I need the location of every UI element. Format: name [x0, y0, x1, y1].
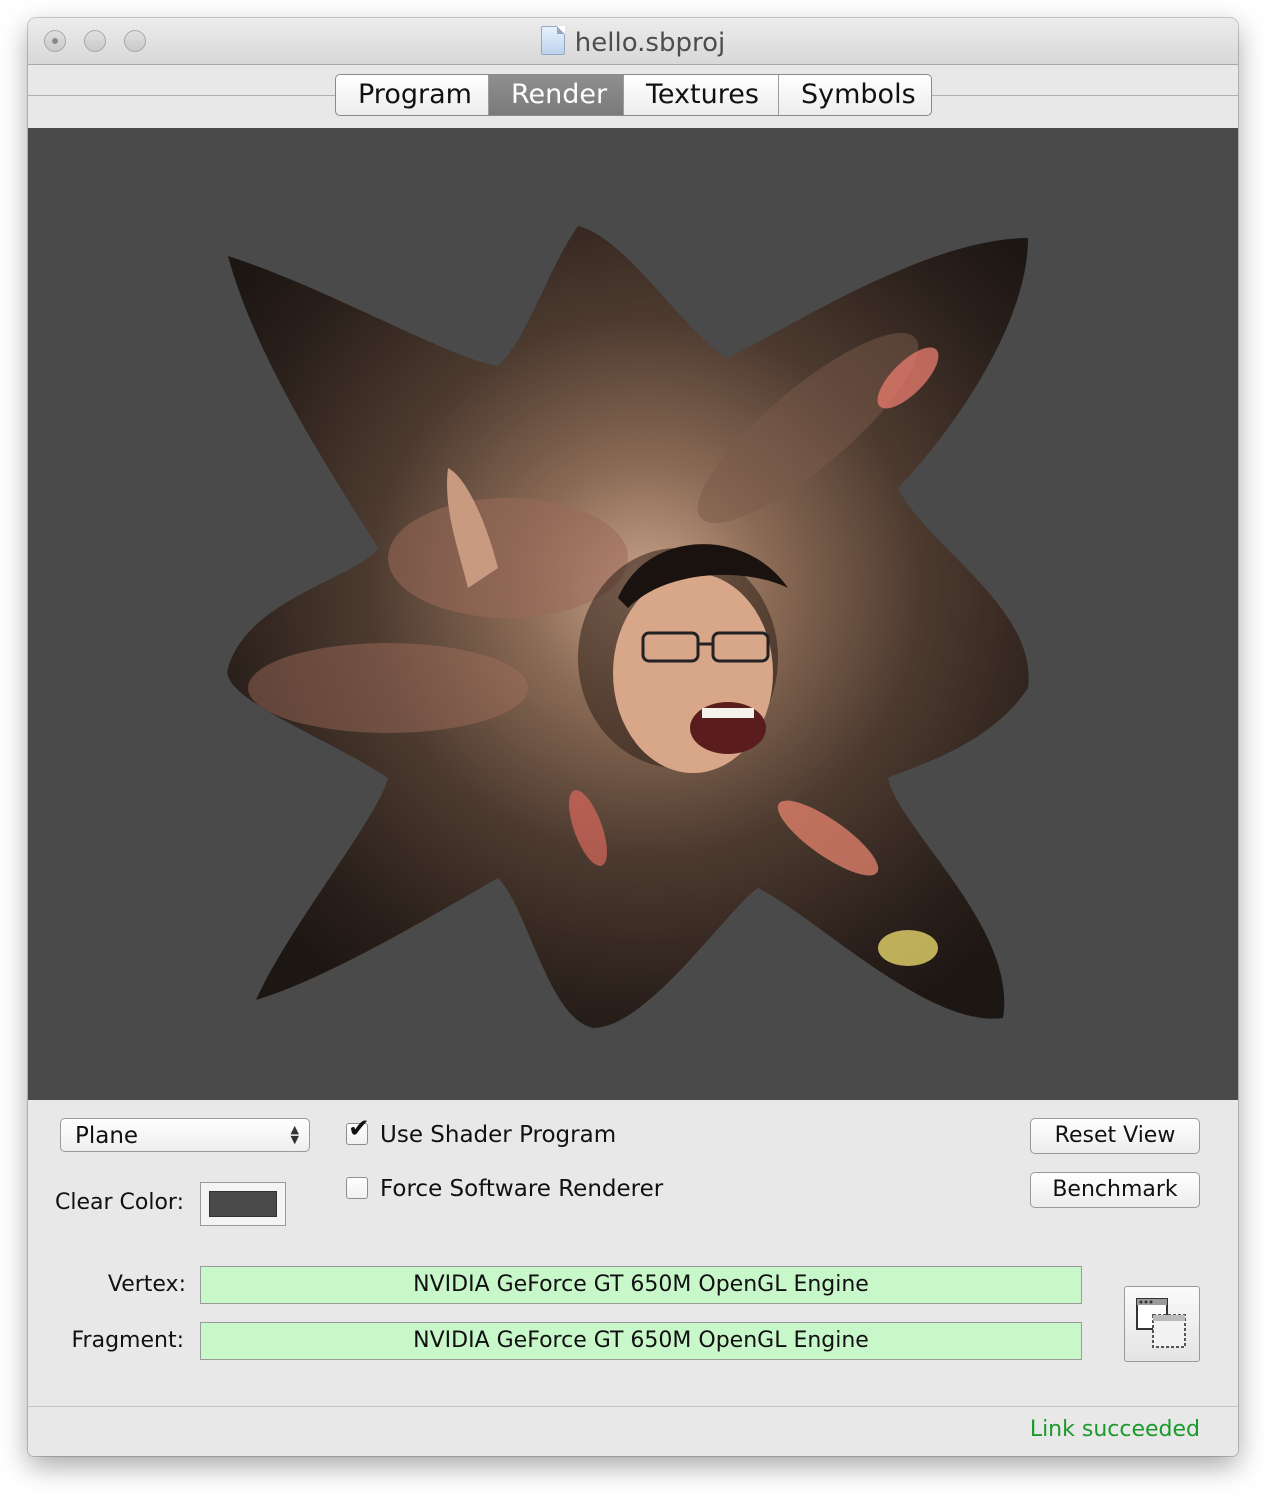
- vertex-label: Vertex:: [107, 1272, 186, 1297]
- window-title: hello.sbproj: [574, 28, 726, 58]
- app-window: hello.sbproj Program Render Textures Sym…: [28, 18, 1238, 1456]
- geometry-popup[interactable]: Plane ▲ ▼: [60, 1118, 310, 1152]
- tab-render[interactable]: Render: [489, 75, 624, 115]
- window-title-container: hello.sbproj: [28, 26, 1238, 58]
- use-shader-program-label: Use Shader Program: [380, 1122, 617, 1148]
- clear-color-label: Clear Color:: [55, 1190, 184, 1215]
- fragment-label: Fragment:: [71, 1328, 185, 1353]
- tab-symbols[interactable]: Symbols: [779, 75, 931, 115]
- detach-window-button[interactable]: [1124, 1286, 1200, 1362]
- rendered-star-mesh: [227, 226, 1029, 1028]
- benchmark-button[interactable]: Benchmark: [1030, 1172, 1200, 1208]
- tab-program[interactable]: Program: [336, 75, 489, 115]
- link-status: Link succeeded: [1029, 1417, 1200, 1442]
- controls-panel: Plane ▲ ▼ ✔ Use Shader Program Force Softw…: [28, 1100, 1238, 1406]
- status-bar: Link succeeded: [28, 1406, 1238, 1456]
- render-view[interactable]: [28, 128, 1238, 1100]
- title-bar: hello.sbproj: [28, 18, 1238, 64]
- tab-textures[interactable]: Textures: [624, 75, 779, 115]
- document-icon: [540, 26, 565, 55]
- checkmark-icon: ✔: [348, 1114, 370, 1144]
- use-shader-program-row[interactable]: ✔ Use Shader Program: [346, 1116, 617, 1148]
- fragment-renderer-field: NVIDIA GeForce GT 650M OpenGL Engine: [200, 1322, 1082, 1360]
- reset-view-button[interactable]: Reset View: [1030, 1118, 1200, 1154]
- clear-color-well[interactable]: [200, 1182, 286, 1226]
- detach-window-icon: [1136, 1298, 1186, 1348]
- vertex-renderer-field: NVIDIA GeForce GT 650M OpenGL Engine: [200, 1266, 1082, 1304]
- use-shader-program-checkbox[interactable]: ✔: [346, 1116, 370, 1145]
- geometry-popup-value: Plane: [75, 1123, 139, 1149]
- force-software-renderer-label: Force Software Renderer: [380, 1176, 664, 1202]
- tab-bar: Program Render Textures Symbols: [335, 74, 932, 116]
- clear-color-swatch: [209, 1191, 277, 1217]
- texture-image: [227, 226, 1029, 1028]
- force-software-renderer-row[interactable]: Force Software Renderer: [346, 1176, 663, 1202]
- updown-arrows-icon: ▲ ▼: [290, 1123, 299, 1146]
- force-software-renderer-checkbox[interactable]: [346, 1177, 368, 1199]
- titlebar-divider: [28, 64, 1238, 65]
